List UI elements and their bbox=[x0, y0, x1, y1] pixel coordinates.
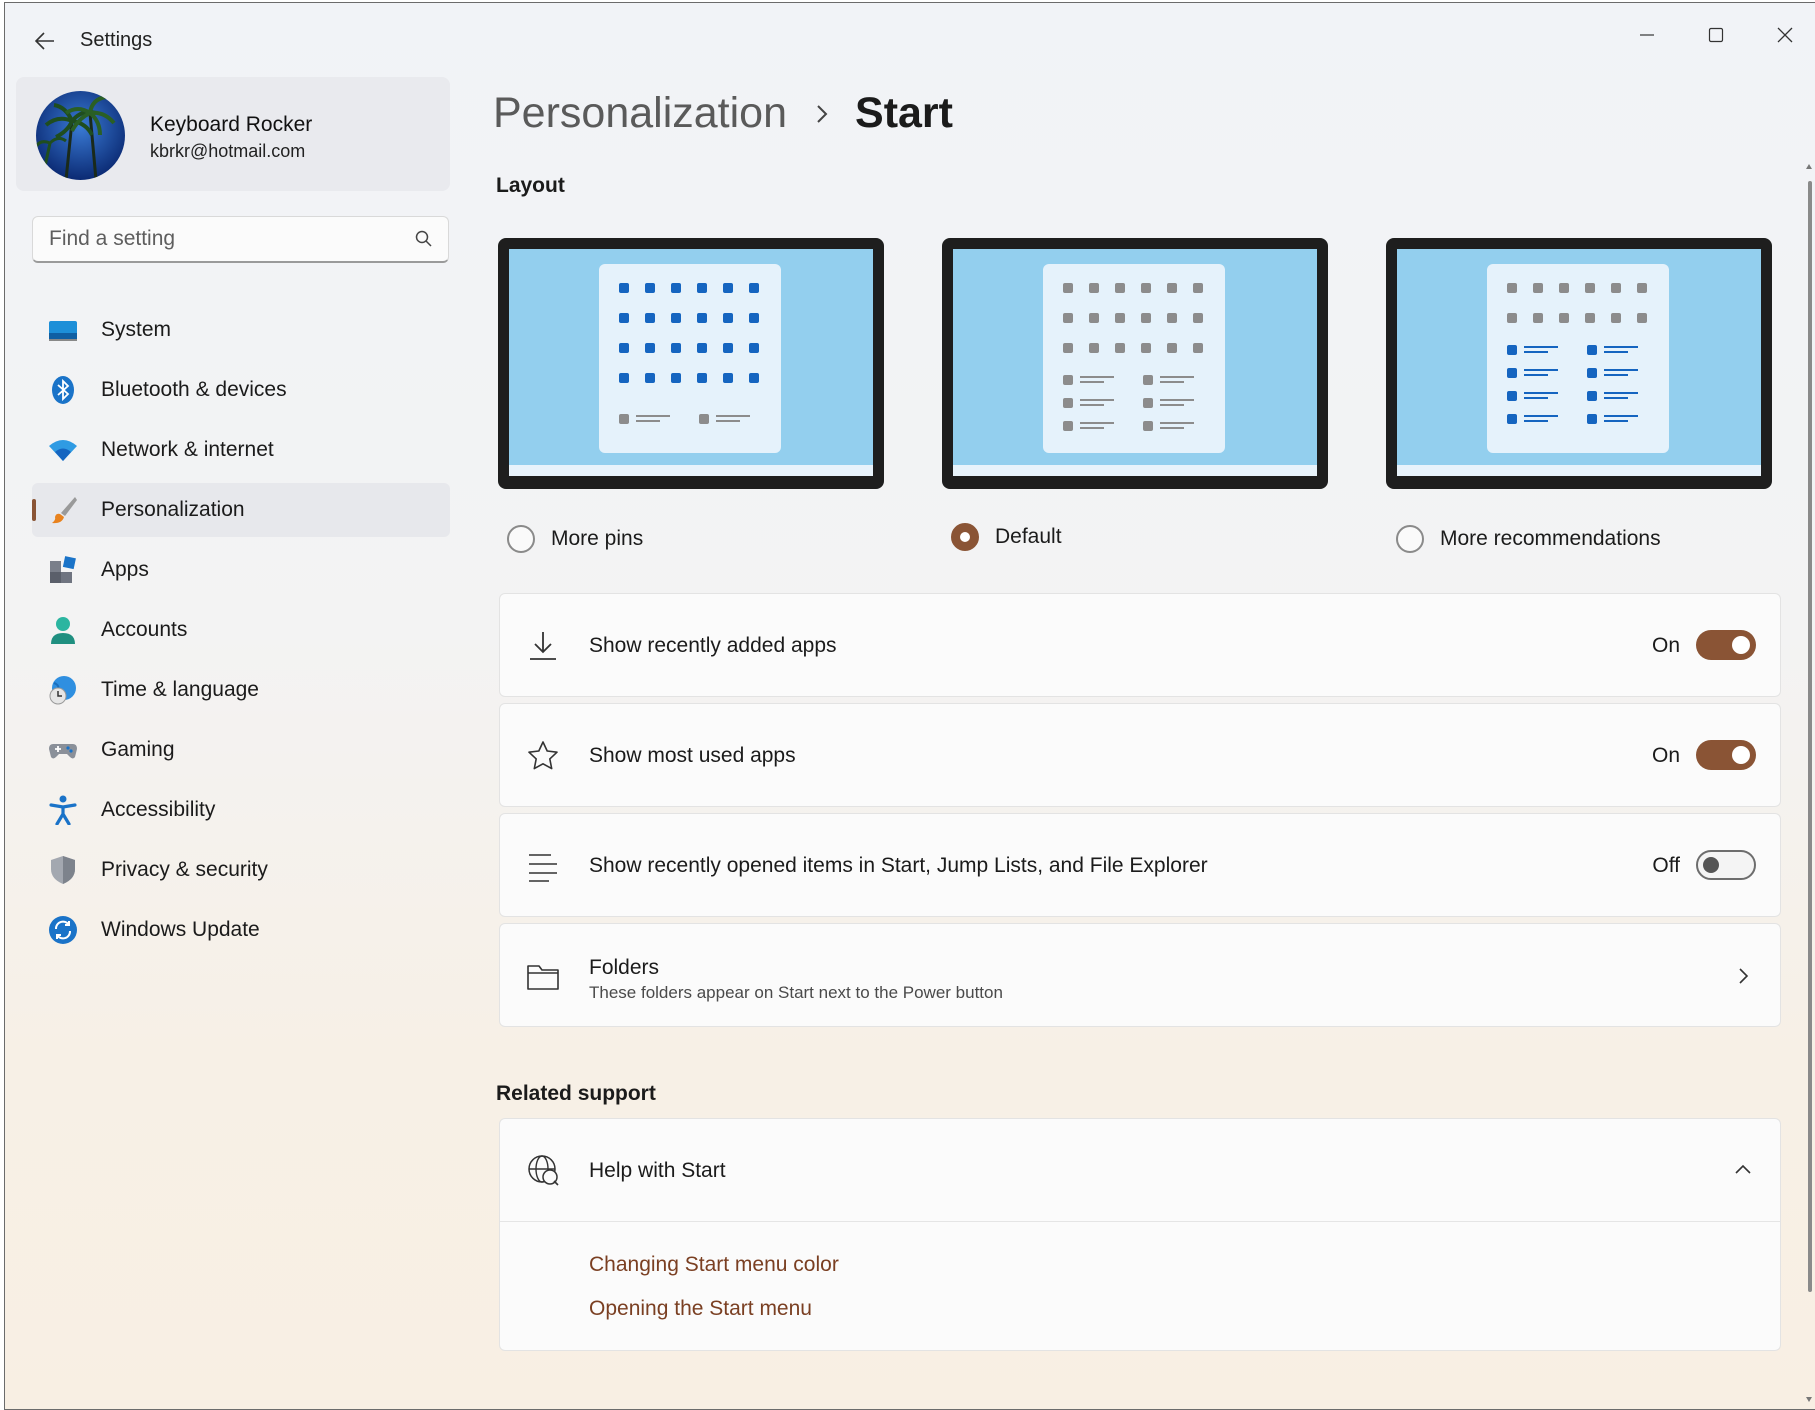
sidebar-item-apps[interactable]: Apps bbox=[32, 543, 450, 597]
search-input[interactable] bbox=[33, 217, 409, 260]
sidebar-item-gaming[interactable]: Gaming bbox=[32, 723, 450, 777]
maximize-icon bbox=[1708, 27, 1724, 43]
settings-window: Settings Keyboard Rocker kbrkr@hotmail.c… bbox=[4, 2, 1815, 1410]
sidebar-item-label: Privacy & security bbox=[101, 858, 268, 881]
setting-most-used-apps: Show most used apps On bbox=[499, 703, 1781, 807]
search-box bbox=[32, 216, 449, 263]
radio-label: More recommendations bbox=[1440, 527, 1661, 550]
list-icon bbox=[529, 854, 557, 882]
sidebar-item-label: Accessibility bbox=[101, 798, 216, 821]
radio-label: Default bbox=[995, 525, 1062, 548]
toggle-state-label: On bbox=[1651, 634, 1680, 657]
layout-heading: Layout bbox=[496, 174, 565, 197]
radio-more-recommendations[interactable]: More recommendations bbox=[1396, 525, 1661, 553]
toggle-state-label: Off bbox=[1652, 854, 1680, 877]
sidebar-item-system[interactable]: System bbox=[32, 303, 450, 357]
avatar bbox=[36, 91, 125, 180]
sidebar-item-time-language[interactable]: Time & language bbox=[32, 663, 450, 717]
breadcrumb-parent[interactable]: Personalization bbox=[493, 89, 787, 138]
setting-recently-added-apps: Show recently added apps On bbox=[499, 593, 1781, 697]
related-support-heading: Related support bbox=[496, 1082, 656, 1105]
star-icon bbox=[528, 741, 558, 770]
layout-preview-more-recommendations[interactable] bbox=[1386, 238, 1772, 489]
help-link-open-start[interactable]: Opening the Start menu bbox=[589, 1297, 812, 1321]
sidebar-item-personalization[interactable]: Personalization bbox=[32, 483, 450, 537]
brush-icon bbox=[52, 497, 77, 524]
sidebar-nav: System Bluetooth & devices Network & int… bbox=[32, 303, 450, 963]
breadcrumb: Personalization Start bbox=[493, 89, 953, 138]
help-title: Help with Start bbox=[589, 1159, 726, 1182]
sidebar-item-accounts[interactable]: Accounts bbox=[32, 603, 450, 657]
user-profile[interactable]: Keyboard Rocker kbrkr@hotmail.com bbox=[16, 77, 450, 191]
radio-button[interactable] bbox=[1396, 525, 1424, 553]
close-icon bbox=[1777, 27, 1793, 43]
setting-recently-opened-items: Show recently opened items in Start, Jum… bbox=[499, 813, 1781, 917]
accessibility-icon bbox=[49, 795, 77, 825]
sidebar-item-label: Network & internet bbox=[101, 438, 274, 461]
sidebar-item-bluetooth[interactable]: Bluetooth & devices bbox=[32, 363, 450, 417]
sidebar-item-network[interactable]: Network & internet bbox=[32, 423, 450, 477]
radio-button[interactable] bbox=[507, 525, 535, 553]
minimize-button[interactable] bbox=[1613, 11, 1681, 59]
radio-label: More pins bbox=[551, 527, 644, 550]
help-with-start-header[interactable]: Help with Start bbox=[500, 1119, 1780, 1221]
toggle-state-label: On bbox=[1651, 744, 1680, 767]
page-title: Start bbox=[855, 89, 953, 137]
sidebar-item-windows-update[interactable]: Windows Update bbox=[32, 903, 450, 957]
toggle-switch[interactable] bbox=[1696, 740, 1756, 770]
chevron-right-icon bbox=[1739, 968, 1749, 984]
sidebar-item-privacy-security[interactable]: Privacy & security bbox=[32, 843, 450, 897]
sidebar-item-label: Gaming bbox=[101, 738, 175, 761]
shield-icon bbox=[51, 856, 75, 884]
maximize-button[interactable] bbox=[1682, 11, 1750, 59]
sidebar-item-label: System bbox=[101, 318, 172, 341]
chevron-up-icon bbox=[1735, 1164, 1751, 1174]
back-button[interactable] bbox=[27, 23, 63, 59]
close-button[interactable] bbox=[1751, 11, 1815, 59]
toggle-switch[interactable] bbox=[1696, 630, 1756, 660]
wifi-icon bbox=[49, 440, 77, 461]
setting-label: Show recently added apps bbox=[589, 634, 837, 657]
sidebar-item-label: Accounts bbox=[101, 618, 188, 641]
person-icon bbox=[51, 617, 75, 644]
sidebar-item-label: Personalization bbox=[101, 498, 245, 521]
radio-default[interactable]: Default bbox=[951, 523, 1062, 551]
globe-help-icon bbox=[528, 1155, 559, 1186]
profile-name: Keyboard Rocker bbox=[150, 113, 313, 136]
radio-more-pins[interactable]: More pins bbox=[507, 525, 643, 553]
scrollbar-thumb[interactable] bbox=[1808, 181, 1812, 1292]
globe-clock-icon bbox=[49, 676, 76, 705]
help-with-start-panel: Help with Start Changing Start menu colo… bbox=[499, 1118, 1781, 1351]
profile-email: kbrkr@hotmail.com bbox=[150, 141, 306, 161]
setting-label: Show most used apps bbox=[589, 744, 796, 767]
app-title: Settings bbox=[80, 29, 153, 51]
search-icon[interactable] bbox=[414, 229, 434, 249]
sidebar-item-label: Windows Update bbox=[101, 918, 260, 941]
radio-button-selected[interactable] bbox=[951, 523, 979, 551]
layout-preview-default[interactable] bbox=[942, 238, 1328, 489]
sidebar-item-label: Bluetooth & devices bbox=[101, 378, 287, 401]
folders-title: Folders bbox=[589, 956, 660, 979]
setting-label: Show recently opened items in Start, Jum… bbox=[589, 854, 1208, 877]
help-link-change-color[interactable]: Changing Start menu color bbox=[589, 1253, 839, 1277]
chevron-right-icon bbox=[815, 104, 829, 124]
layout-preview-more-pins[interactable] bbox=[498, 238, 884, 489]
toggle-switch[interactable] bbox=[1696, 850, 1756, 880]
download-icon bbox=[530, 632, 556, 660]
back-arrow-icon bbox=[35, 32, 54, 50]
setting-folders[interactable]: Folders These folders appear on Start ne… bbox=[499, 923, 1781, 1027]
sidebar-item-label: Time & language bbox=[101, 678, 259, 701]
minimize-icon bbox=[1640, 34, 1654, 36]
gamepad-icon bbox=[49, 744, 77, 759]
system-icon bbox=[49, 321, 77, 341]
folder-icon bbox=[527, 965, 559, 990]
folders-subtitle: These folders appear on Start next to th… bbox=[589, 983, 1003, 1002]
title-bar: Settings bbox=[5, 3, 1815, 75]
sidebar-item-accessibility[interactable]: Accessibility bbox=[32, 783, 450, 837]
bluetooth-icon bbox=[52, 376, 74, 404]
sidebar-item-label: Apps bbox=[101, 558, 149, 581]
divider bbox=[500, 1221, 1780, 1222]
update-icon bbox=[49, 916, 77, 944]
apps-icon bbox=[50, 556, 76, 583]
